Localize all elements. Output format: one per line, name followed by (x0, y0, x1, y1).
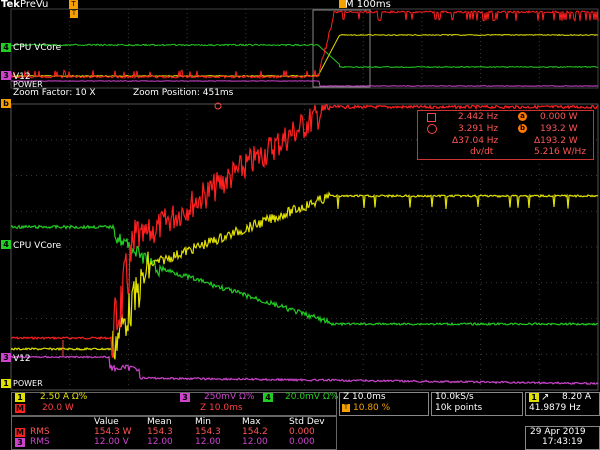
cursor-a-icon (427, 113, 436, 122)
measurement-table: Value Mean Min Max Std Dev M RMS 154.3 W… (11, 416, 337, 450)
time-label: 17:43:19 (542, 437, 583, 447)
trigger-source-chip[interactable]: 1 (529, 393, 539, 402)
record-length[interactable]: 10k points (435, 403, 482, 414)
math-scale[interactable]: 20.0 W (42, 403, 74, 414)
zoom-power-label: POWER (13, 379, 43, 388)
zoom-b-marker: b (1, 99, 11, 108)
zoom-ch1-marker[interactable]: 1 (1, 379, 11, 388)
datetime-box: 29 Apr 2019 17:43:19 (525, 426, 600, 450)
zoom-position-label: Zoom Position: 451ms (133, 88, 234, 98)
ch4-chip[interactable]: 4 (263, 393, 273, 402)
stats-row1-chip: M (15, 428, 25, 437)
trigger-pos-indicator[interactable]: T (69, 0, 78, 9)
sample-rate[interactable]: 10.0kS/s (435, 392, 474, 403)
cursor-a-chip: a (518, 112, 527, 121)
stats-row2-label: RMS (30, 437, 50, 447)
cursor-b-freq: 3.291 Hz (458, 124, 499, 134)
trig-pos-chip: T (342, 404, 350, 412)
trigger-marker-label: T (72, 10, 76, 17)
math-zoom-scale[interactable]: Z 10.0ms (200, 403, 243, 414)
cursor-ddt-label: dv/dt (470, 147, 494, 157)
cursor-b-value: 193.2 W (540, 124, 578, 134)
cursor-b-icon (427, 124, 437, 134)
cursor-ddt-value: 5.216 W/Hz (534, 147, 587, 157)
overview-cpu-vcore-label: CPU VCore (13, 43, 62, 53)
ch3-ground-marker[interactable]: 3 (1, 71, 11, 80)
stats-row2-min: 12.00 (195, 437, 221, 447)
trig-position[interactable]: 10.80 % (353, 403, 390, 414)
stats-row2-value: 12.00 V (94, 437, 129, 447)
cursor-delta-freq: Δ37.04 Hz (452, 136, 499, 146)
cursor-b-chip: b (518, 124, 527, 133)
ch1-scale[interactable]: 2.50 A Ω% (40, 392, 87, 403)
cursor-a-freq: 2.442 Hz (458, 112, 499, 122)
trig-pos-chip-label: T (344, 404, 348, 411)
trigger-level[interactable]: 8.20 A (562, 392, 591, 403)
cursor-readout-panel: 2.442 Hz a 0.000 W 3.291 Hz b 193.2 W Δ3… (417, 110, 594, 160)
timebase-label: M 100ms (345, 0, 391, 10)
cursor-delta-value: Δ193.2 W (534, 136, 578, 146)
cursor-a-value: 0.000 W (540, 112, 578, 122)
stats-row2-mean: 12.00 (147, 437, 173, 447)
zoom-v12-label: V12 (13, 354, 31, 364)
ch4-scale[interactable]: 20.0mV Ω% (285, 392, 338, 403)
rising-edge-icon: ↗ (541, 392, 550, 403)
trigger-marker: T (70, 10, 78, 18)
zoom-cpu-vcore-label: CPU VCore (13, 241, 62, 251)
trigger-frequency: 41.9879 Hz (529, 403, 581, 413)
ch4-ground-marker[interactable]: 4 (1, 43, 11, 52)
ch1-chip[interactable]: 1 (15, 393, 25, 402)
stats-row2-stddev: 0.000 (289, 437, 315, 447)
zoom-ch4-marker[interactable]: 4 (1, 240, 11, 249)
brand-logo: Tek (1, 0, 20, 10)
trigger-pos-label: T (71, 0, 76, 8)
ch3-scale[interactable]: 250mV Ω% (204, 392, 254, 403)
stats-row2-max: 12.00 (242, 437, 268, 447)
scope-display (10, 8, 599, 391)
stats-row2-chip: 3 (15, 438, 25, 447)
math-chip[interactable]: M (15, 404, 25, 413)
acq-mode-label: PreVu (20, 0, 49, 10)
zoom-ch3-marker[interactable]: 3 (1, 353, 11, 362)
ch3-chip[interactable]: 3 (180, 393, 190, 402)
zoom-time-div[interactable]: Z 10.0ms (343, 392, 386, 403)
zoom-factor-label: Zoom Factor: 10 X (13, 88, 96, 98)
